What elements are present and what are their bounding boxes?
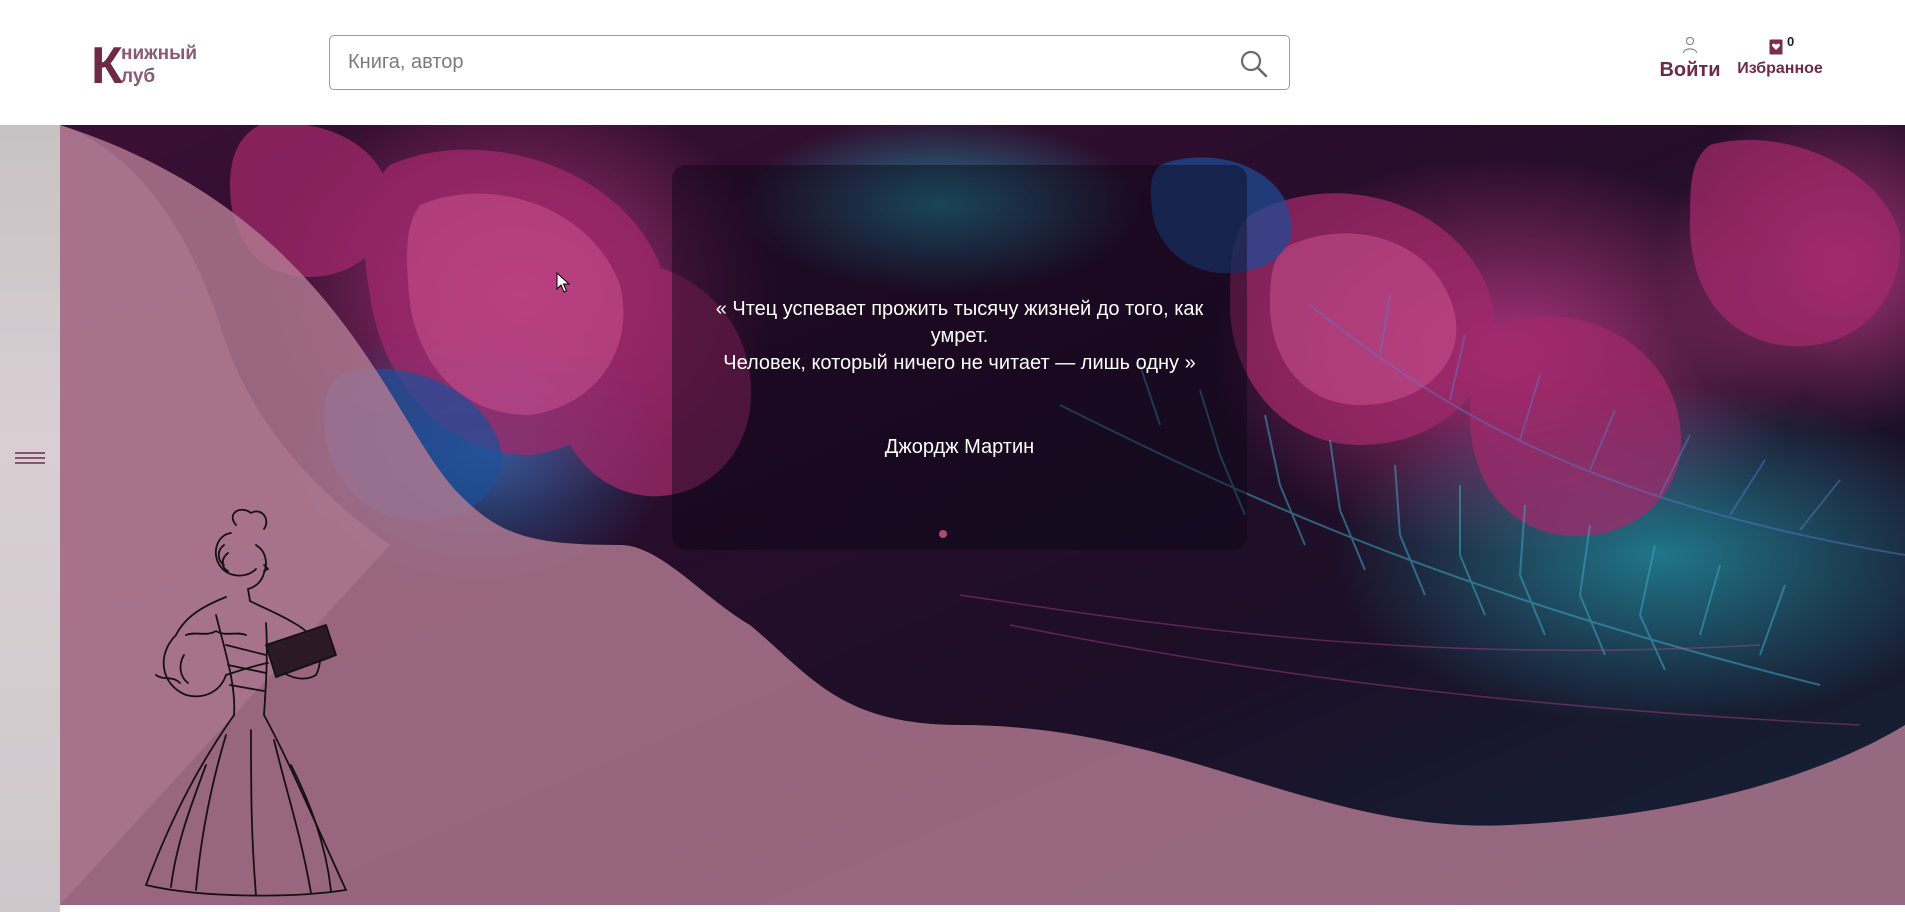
logo-word-1: нижный xyxy=(121,43,198,64)
hero-banner: « Чтец успевает прожить тысячу жизней до… xyxy=(60,125,1905,905)
login-button[interactable]: Войти xyxy=(1656,36,1724,88)
quote-line-1: « Чтец успевает прожить тысячу жизней до… xyxy=(715,298,1204,347)
logo-letter: К xyxy=(91,37,123,95)
logo-word-2: луб xyxy=(121,66,156,87)
slider-dot[interactable] xyxy=(939,530,947,538)
side-rail xyxy=(0,125,60,912)
quote-line-2: Человек, который ничего не читает — лишь… xyxy=(723,352,1196,374)
quote-card: « Чтец успевает прожить тысячу жизней до… xyxy=(672,165,1247,550)
site-logo[interactable]: К нижный луб xyxy=(91,40,211,92)
site-header: К нижный луб Войти 0 Избранное xyxy=(0,0,1905,125)
quote-author: Джордж Мартин xyxy=(884,436,1035,458)
login-label: Войти xyxy=(1659,59,1721,81)
favorites-count: 0 xyxy=(1787,34,1795,49)
hamburger-menu-icon[interactable] xyxy=(14,451,46,465)
quote-text: « Чтец успевает прожить тысячу жизней до… xyxy=(702,296,1217,377)
mouse-pointer-icon xyxy=(556,272,570,293)
heart-box-icon xyxy=(1769,39,1783,55)
user-icon xyxy=(1682,36,1698,54)
favorites-label: Избранное xyxy=(1737,60,1823,77)
search-input[interactable] xyxy=(348,36,1228,89)
search-icon[interactable] xyxy=(1239,49,1269,79)
favorites-button[interactable]: 0 Избранное xyxy=(1734,34,1826,88)
woman-reading-illustration xyxy=(145,508,347,897)
search-box xyxy=(329,35,1290,90)
